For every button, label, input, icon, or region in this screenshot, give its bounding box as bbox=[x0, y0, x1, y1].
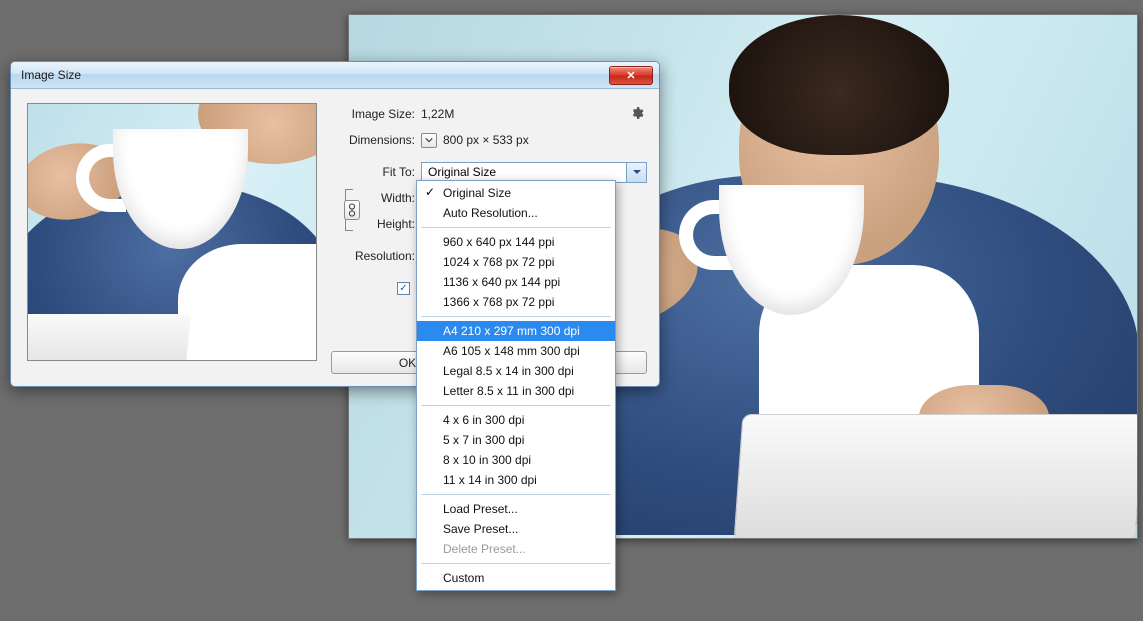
close-button[interactable]: ✕ bbox=[609, 66, 653, 85]
dropdown-item[interactable]: A4 210 x 297 mm 300 dpi bbox=[417, 321, 615, 341]
dimensions-label: Dimensions: bbox=[331, 133, 421, 147]
settings-gear-icon[interactable] bbox=[629, 105, 645, 121]
dropdown-separator bbox=[421, 316, 611, 317]
dimensions-units-button[interactable] bbox=[421, 133, 437, 148]
image-size-label: Image Size: bbox=[331, 107, 421, 121]
dropdown-item[interactable]: 1136 x 640 px 144 ppi bbox=[417, 272, 615, 292]
dropdown-item[interactable]: Load Preset... bbox=[417, 499, 615, 519]
dropdown-item[interactable]: 8 x 10 in 300 dpi bbox=[417, 450, 615, 470]
dropdown-item[interactable]: 5 x 7 in 300 dpi bbox=[417, 430, 615, 450]
height-label: Height: bbox=[359, 217, 421, 231]
dropdown-item[interactable]: 960 x 640 px 144 ppi bbox=[417, 232, 615, 252]
dropdown-item[interactable]: Letter 8.5 x 11 in 300 dpi bbox=[417, 381, 615, 401]
close-icon: ✕ bbox=[626, 69, 635, 82]
resolution-label: Resolution: bbox=[331, 249, 421, 263]
dropdown-item[interactable]: 1024 x 768 px 72 ppi bbox=[417, 252, 615, 272]
dropdown-item[interactable]: Auto Resolution... bbox=[417, 203, 615, 223]
resample-checkbox[interactable]: ✓ bbox=[397, 282, 410, 295]
dropdown-item[interactable]: Custom bbox=[417, 568, 615, 588]
dropdown-item[interactable]: 11 x 14 in 300 dpi bbox=[417, 470, 615, 490]
fit-to-selected-value: Original Size bbox=[428, 165, 496, 179]
dropdown-item[interactable]: A6 105 x 148 mm 300 dpi bbox=[417, 341, 615, 361]
dimensions-value: 800 px × 533 px bbox=[443, 133, 529, 147]
dropdown-item: Delete Preset... bbox=[417, 539, 615, 559]
dropdown-separator bbox=[421, 405, 611, 406]
dialog-title: Image Size bbox=[21, 68, 609, 82]
chevron-down-icon bbox=[626, 163, 646, 182]
image-size-value: 1,22M bbox=[421, 107, 454, 121]
dropdown-item[interactable]: Legal 8.5 x 14 in 300 dpi bbox=[417, 361, 615, 381]
fit-to-dropdown[interactable]: Original SizeAuto Resolution... 960 x 640… bbox=[416, 180, 616, 591]
constrain-proportions-toggle[interactable] bbox=[344, 200, 360, 220]
preview-thumbnail bbox=[27, 103, 317, 361]
dropdown-item[interactable]: Original Size bbox=[417, 183, 615, 203]
dialog-titlebar[interactable]: Image Size ✕ bbox=[11, 62, 659, 89]
width-label: Width: bbox=[359, 191, 421, 205]
dropdown-separator bbox=[421, 494, 611, 495]
dropdown-item[interactable]: 4 x 6 in 300 dpi bbox=[417, 410, 615, 430]
fit-to-label: Fit To: bbox=[331, 165, 421, 179]
dropdown-item[interactable]: 1366 x 768 px 72 ppi bbox=[417, 292, 615, 312]
dropdown-separator bbox=[421, 563, 611, 564]
dropdown-separator bbox=[421, 227, 611, 228]
dropdown-item[interactable]: Save Preset... bbox=[417, 519, 615, 539]
